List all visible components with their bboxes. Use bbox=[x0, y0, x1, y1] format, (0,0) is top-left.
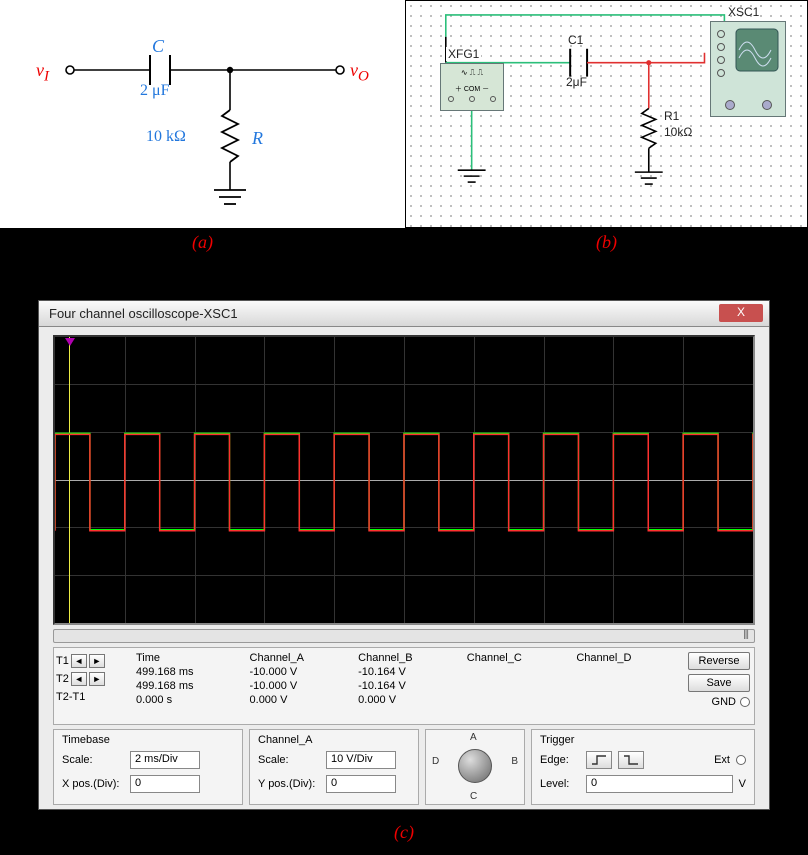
timebase-scale-input[interactable]: 2 ms/Div bbox=[130, 751, 200, 769]
cha-title: Channel_A bbox=[258, 734, 410, 746]
waveform-svg bbox=[55, 337, 753, 625]
t2-label: T2 bbox=[56, 673, 69, 685]
caption-a: (a) bbox=[0, 232, 405, 253]
reverse-button[interactable]: Reverse bbox=[688, 652, 750, 670]
xfg1-label: XFG1 bbox=[446, 47, 481, 61]
ext-radio[interactable] bbox=[736, 755, 746, 765]
ext-label: Ext bbox=[714, 754, 730, 766]
tb-scale-label: Scale: bbox=[62, 754, 124, 766]
trigger-group: Trigger Edge: Ext Level: 0 V bbox=[531, 729, 755, 805]
c-value: 2 μF bbox=[140, 82, 169, 100]
tb-xpos-label: X pos.(Div): bbox=[62, 778, 124, 790]
channel-a-group: Channel_A Scale: 10 V/Div Y pos.(Div): 0 bbox=[249, 729, 419, 805]
edge-label: Edge: bbox=[540, 754, 580, 766]
level-label: Level: bbox=[540, 778, 580, 790]
gnd-radio[interactable] bbox=[740, 697, 750, 707]
caption-c: (c) bbox=[0, 822, 808, 843]
c1-name: C1 bbox=[568, 33, 583, 47]
cursor-data-panel: T1 ◄ ► T2 ◄ ► T2-T1 Time Channel_A Chann… bbox=[53, 647, 755, 725]
cha-ypos-input[interactable]: 0 bbox=[326, 775, 396, 793]
timebase-title: Timebase bbox=[62, 734, 234, 746]
level-unit: V bbox=[739, 778, 746, 790]
caption-b: (b) bbox=[405, 232, 808, 253]
t2-right-button[interactable]: ► bbox=[89, 672, 105, 686]
channel-dial[interactable] bbox=[458, 749, 492, 783]
t2-left-button[interactable]: ◄ bbox=[71, 672, 87, 686]
trigger-title: Trigger bbox=[540, 734, 746, 746]
circuit-a-svg bbox=[0, 0, 405, 228]
r-label: R bbox=[252, 128, 263, 149]
close-button[interactable]: X bbox=[719, 304, 763, 322]
timebase-xpos-input[interactable]: 0 bbox=[130, 775, 200, 793]
gnd-label: GND bbox=[712, 696, 736, 708]
xsc1-label: XSC1 bbox=[728, 5, 759, 19]
panel-b-schematic: ∿ ⎍ ⎍ ＋ COM － XFG1 XSC1 C1 2μF bbox=[405, 0, 808, 228]
t2t1-label: T2-T1 bbox=[56, 691, 85, 703]
c1-value: 2μF bbox=[566, 75, 587, 89]
horizontal-scrollbar[interactable] bbox=[53, 629, 755, 643]
t1-label: T1 bbox=[56, 655, 69, 667]
r1-name: R1 bbox=[664, 109, 679, 123]
edge-falling-button[interactable] bbox=[618, 751, 644, 769]
vo-label: vO bbox=[350, 60, 369, 86]
t1-right-button[interactable]: ► bbox=[89, 654, 105, 668]
window-title: Four channel oscilloscope-XSC1 bbox=[49, 306, 238, 321]
trigger-level-input[interactable]: 0 bbox=[586, 775, 733, 793]
cha-scale-label: Scale: bbox=[258, 754, 320, 766]
c-label: C bbox=[152, 36, 164, 57]
cha-scale-input[interactable]: 10 V/Div bbox=[326, 751, 396, 769]
xfg1-instrument[interactable]: ∿ ⎍ ⎍ ＋ COM － bbox=[440, 63, 504, 111]
channel-select-group: A B C D bbox=[425, 729, 525, 805]
edge-rising-button[interactable] bbox=[586, 751, 612, 769]
r1-value: 10kΩ bbox=[664, 125, 692, 139]
r-value: 10 kΩ bbox=[146, 128, 186, 146]
t1-left-button[interactable]: ◄ bbox=[71, 654, 87, 668]
panel-a-circuit: vI vO C 2 μF 10 kΩ R bbox=[0, 0, 405, 228]
title-bar[interactable]: Four channel oscilloscope-XSC1 X bbox=[39, 301, 769, 327]
cursor-table: Time Channel_A Channel_B Channel_C Chann… bbox=[128, 650, 680, 708]
scope-screen[interactable] bbox=[53, 335, 755, 625]
oscilloscope-window: Four channel oscilloscope-XSC1 X T1 ◄ ► … bbox=[38, 300, 770, 810]
save-button[interactable]: Save bbox=[688, 674, 750, 692]
xsc1-instrument[interactable] bbox=[710, 21, 786, 117]
timebase-group: Timebase Scale: 2 ms/Div X pos.(Div): 0 bbox=[53, 729, 243, 805]
cha-ypos-label: Y pos.(Div): bbox=[258, 778, 320, 790]
vi-label: vI bbox=[36, 60, 49, 86]
